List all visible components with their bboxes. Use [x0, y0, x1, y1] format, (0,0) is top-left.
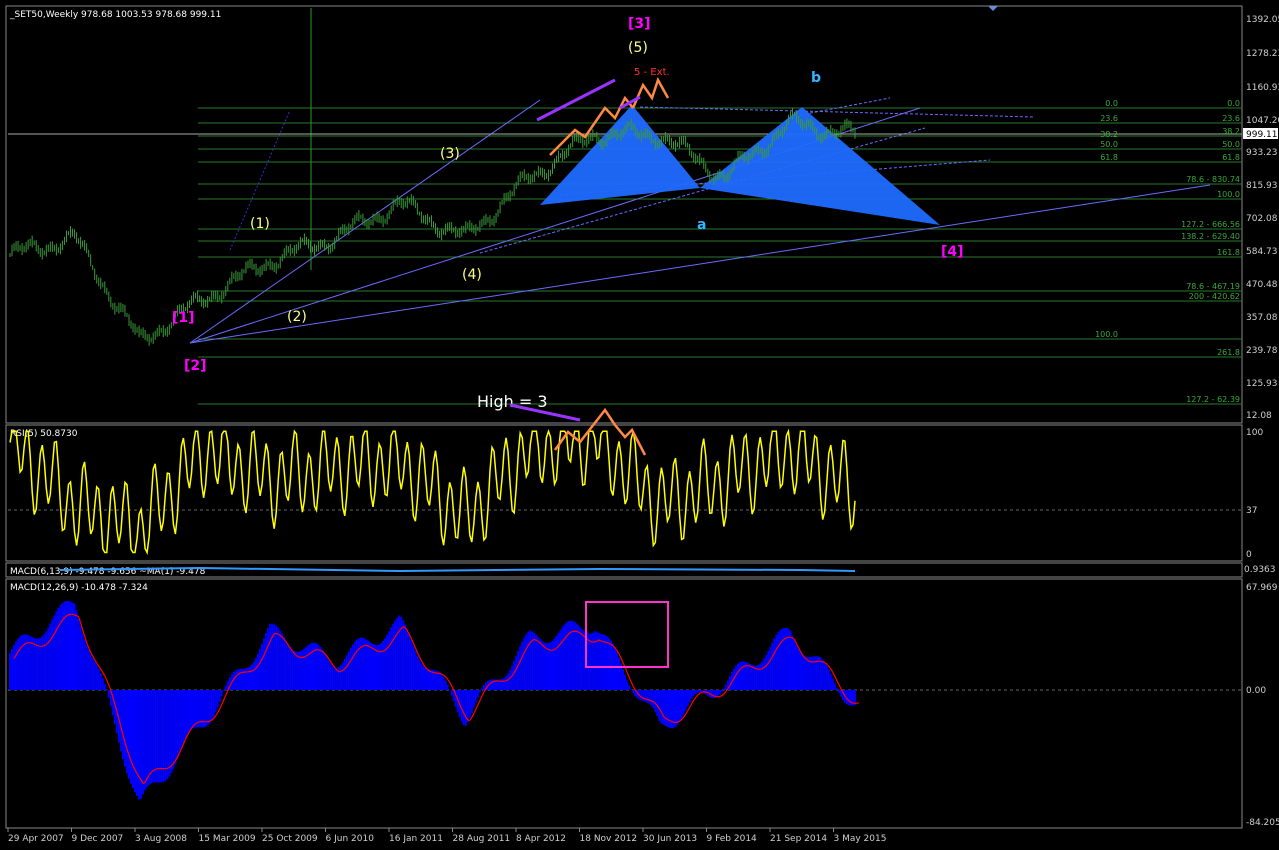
time-axis-label: 29 Apr 2007 — [8, 834, 64, 844]
price-axis-label: 239.78 — [1246, 346, 1278, 356]
rsi-axis-37: 37 — [1246, 506, 1257, 516]
label-3-paren: (3) — [440, 146, 460, 162]
fib-label: 100.0 — [1095, 330, 1118, 339]
macd-title: MACD(12,26,9) -10.478 -7.324 — [10, 583, 148, 593]
price-axis-label: 470.48 — [1246, 280, 1278, 290]
fib-label: 23.6 — [1222, 114, 1240, 123]
price-axis-label: 584.73 — [1246, 247, 1278, 257]
fib-label: 78.6 - 467.19 — [1186, 282, 1240, 291]
fib-label: 50.0 — [1222, 140, 1240, 149]
fib-label: 61.8 — [1222, 153, 1240, 162]
fib-label: 127.2 - 666.56 — [1181, 220, 1240, 229]
fib-label: 161.8 — [1217, 248, 1240, 257]
price-axis-label: 1160.93 — [1246, 83, 1279, 93]
label-5-ext: 5 - Ext. — [634, 67, 670, 78]
main-title: _SET50,Weekly 978.68 1003.53 978.68 999.… — [9, 10, 221, 20]
price-axis-label: 357.08 — [1246, 313, 1278, 323]
fib-label: 200 - 420.62 — [1189, 292, 1240, 301]
time-axis-label: 28 Aug 2011 — [453, 834, 511, 844]
fib-label: 0.0 — [1227, 99, 1240, 108]
price-axis: 1392.05 1278.23 1160.93 1047.20 933.23 815.93… — [1243, 15, 1279, 421]
current-price-label: 999.11 — [1246, 130, 1278, 140]
fib-label: 38.2 — [1100, 130, 1118, 139]
label-4-paren: (4) — [462, 267, 482, 283]
label-2-major: [2] — [184, 358, 207, 374]
price-axis-label: 933.23 — [1246, 148, 1278, 158]
time-axis-label: 6 Jun 2010 — [326, 834, 375, 844]
fib-label: 261.8 — [1217, 348, 1240, 357]
price-axis-label: 702.08 — [1246, 214, 1278, 224]
price-axis-label: 1047.20 — [1246, 116, 1279, 126]
label-b: b — [811, 70, 821, 86]
time-axis-label: 21 Sep 2014 — [770, 834, 827, 844]
fib-label: 127.2 - 62.39 — [1186, 395, 1240, 404]
fib-label: 61.8 — [1100, 153, 1118, 162]
label-1-paren: (1) — [250, 216, 270, 232]
price-axis-label: 125.93 — [1246, 379, 1278, 389]
label-5-paren: (5) — [628, 40, 648, 56]
label-1-major: [1] — [172, 310, 195, 326]
time-axis-label: 3 Aug 2008 — [135, 834, 187, 844]
price-axis-label: 1392.05 — [1246, 15, 1279, 25]
chart-window: 1392.05 1278.23 1160.93 1047.20 933.23 815.93… — [5, 5, 1279, 844]
fib-label: 100.0 — [1217, 190, 1240, 199]
price-axis-label: 12.08 — [1246, 411, 1272, 421]
fib-label: 23.6 — [1100, 114, 1118, 123]
time-axis-label: 9 Feb 2014 — [707, 834, 758, 844]
time-axis-label: 8 Apr 2012 — [516, 834, 566, 844]
macd-axis-bottom: -84.205 — [1246, 818, 1279, 828]
time-axis-label: 3 May 2015 — [834, 834, 887, 844]
rsi-axis-0: 0 — [1246, 550, 1252, 560]
fib-label: 138.2 - 629.40 — [1181, 232, 1240, 241]
macd-axis-top: 67.969 — [1246, 583, 1278, 593]
time-axis: 29 Apr 2007 9 Dec 2007 3 Aug 2008 15 Mar 20… — [7, 828, 887, 844]
fib-label: 38.2 — [1222, 127, 1240, 136]
price-axis-label: 815.93 — [1246, 181, 1278, 191]
rsi-title: RSI(5) 50.8730 — [10, 429, 78, 439]
fib-label: 78.6 - 830.74 — [1186, 175, 1240, 184]
label-high-3: High = 3 — [477, 392, 548, 411]
label-3-major: [3] — [628, 16, 651, 32]
fib-label: 50.0 — [1100, 140, 1118, 149]
label-2-paren: (2) — [287, 309, 307, 325]
label-a: a — [697, 217, 706, 233]
price-axis-label: 1278.23 — [1246, 49, 1279, 59]
rsi-axis-100: 100 — [1246, 428, 1263, 438]
fib-label: 0.0 — [1105, 99, 1118, 108]
time-axis-label: 16 Jan 2011 — [389, 834, 443, 844]
label-4-major: [4] — [941, 244, 964, 260]
time-axis-label: 15 Mar 2009 — [199, 834, 256, 844]
time-axis-label: 9 Dec 2007 — [72, 834, 124, 844]
time-axis-label: 18 Nov 2012 — [580, 834, 638, 844]
macd-small-axis: 0.9363 — [1244, 565, 1276, 575]
time-axis-label: 30 Jun 2013 — [643, 834, 697, 844]
macd-axis-zero: 0.00 — [1246, 686, 1266, 696]
time-axis-label: 25 Oct 2009 — [262, 834, 318, 844]
